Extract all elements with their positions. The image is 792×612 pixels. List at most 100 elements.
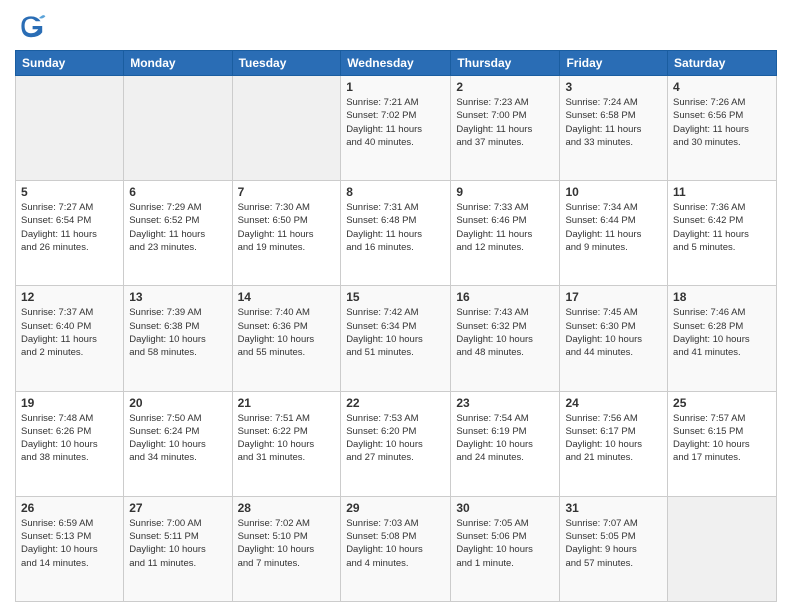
page: SundayMondayTuesdayWednesdayThursdayFrid… <box>0 0 792 612</box>
calendar-cell <box>232 76 341 181</box>
day-number: 20 <box>129 396 226 410</box>
calendar-cell: 28Sunrise: 7:02 AM Sunset: 5:10 PM Dayli… <box>232 496 341 601</box>
day-number: 22 <box>346 396 445 410</box>
day-number: 5 <box>21 185 118 199</box>
day-info: Sunrise: 7:37 AM Sunset: 6:40 PM Dayligh… <box>21 306 118 359</box>
calendar-cell <box>16 76 124 181</box>
week-row-4: 19 Sunrise: 7:48 AM Sunset: 6:26 PM Dayli… <box>16 391 777 496</box>
week-row-1: 1 Sunrise: 7:21 AM Sunset: 7:02 PM Daylig… <box>16 76 777 181</box>
day-number: 28 <box>238 501 336 515</box>
calendar-cell: 13 Sunrise: 7:39 AM Sunset: 6:38 PM Dayli… <box>124 286 232 391</box>
calendar-cell: 24Sunrise: 7:56 AM Sunset: 6:17 PM Dayli… <box>560 391 668 496</box>
calendar-cell: 25Sunrise: 7:57 AM Sunset: 6:15 PM Dayli… <box>668 391 777 496</box>
day-info: Sunrise: 7:42 AM Sunset: 6:34 PM Dayligh… <box>346 306 445 359</box>
calendar-cell: 22 Sunrise: 7:53 AM Sunset: 6:20 PM Dayli… <box>341 391 451 496</box>
day-info: Sunrise: 7:27 AM Sunset: 6:54 PM Dayligh… <box>21 201 118 254</box>
calendar-cell: 12 Sunrise: 7:37 AM Sunset: 6:40 PM Dayli… <box>16 286 124 391</box>
day-info: Sunrise: 7:48 AM Sunset: 6:26 PM Dayligh… <box>21 412 118 465</box>
day-info: Sunrise: 7:23 AM Sunset: 7:00 PM Dayligh… <box>456 96 554 149</box>
day-info: Sunrise: 7:29 AM Sunset: 6:52 PM Dayligh… <box>129 201 226 254</box>
day-number: 9 <box>456 185 554 199</box>
calendar: SundayMondayTuesdayWednesdayThursdayFrid… <box>15 50 777 602</box>
calendar-cell <box>668 496 777 601</box>
calendar-cell: 27 Sunrise: 7:00 AM Sunset: 5:11 PM Dayli… <box>124 496 232 601</box>
weekday-header-wednesday: Wednesday <box>341 51 451 76</box>
day-info: Sunrise: 7:46 AM Sunset: 6:28 PM Dayligh… <box>673 306 771 359</box>
day-info: Sunrise: 6:59 AM Sunset: 5:13 PM Dayligh… <box>21 517 118 570</box>
weekday-header-row: SundayMondayTuesdayWednesdayThursdayFrid… <box>16 51 777 76</box>
day-number: 7 <box>238 185 336 199</box>
day-number: 12 <box>21 290 118 304</box>
day-info: Sunrise: 7:39 AM Sunset: 6:38 PM Dayligh… <box>129 306 226 359</box>
calendar-cell: 1 Sunrise: 7:21 AM Sunset: 7:02 PM Daylig… <box>341 76 451 181</box>
calendar-cell: 15 Sunrise: 7:42 AM Sunset: 6:34 PM Dayli… <box>341 286 451 391</box>
week-row-2: 5 Sunrise: 7:27 AM Sunset: 6:54 PM Daylig… <box>16 181 777 286</box>
day-number: 29 <box>346 501 445 515</box>
day-number: 24 <box>565 396 662 410</box>
calendar-cell: 8Sunrise: 7:31 AM Sunset: 6:48 PM Daylig… <box>341 181 451 286</box>
day-number: 17 <box>565 290 662 304</box>
calendar-cell: 23 Sunrise: 7:54 AM Sunset: 6:19 PM Dayli… <box>451 391 560 496</box>
day-info: Sunrise: 7:53 AM Sunset: 6:20 PM Dayligh… <box>346 412 445 465</box>
day-number: 16 <box>456 290 554 304</box>
day-number: 8 <box>346 185 445 199</box>
weekday-header-friday: Friday <box>560 51 668 76</box>
calendar-cell: 4Sunrise: 7:26 AM Sunset: 6:56 PM Daylig… <box>668 76 777 181</box>
day-number: 30 <box>456 501 554 515</box>
day-info: Sunrise: 7:05 AM Sunset: 5:06 PM Dayligh… <box>456 517 554 570</box>
day-info: Sunrise: 7:21 AM Sunset: 7:02 PM Dayligh… <box>346 96 445 149</box>
day-number: 15 <box>346 290 445 304</box>
day-info: Sunrise: 7:43 AM Sunset: 6:32 PM Dayligh… <box>456 306 554 359</box>
calendar-cell: 29 Sunrise: 7:03 AM Sunset: 5:08 PM Dayli… <box>341 496 451 601</box>
calendar-cell: 20 Sunrise: 7:50 AM Sunset: 6:24 PM Dayli… <box>124 391 232 496</box>
calendar-cell: 14Sunrise: 7:40 AM Sunset: 6:36 PM Dayli… <box>232 286 341 391</box>
day-info: Sunrise: 7:34 AM Sunset: 6:44 PM Dayligh… <box>565 201 662 254</box>
weekday-header-saturday: Saturday <box>668 51 777 76</box>
header <box>15 10 777 42</box>
calendar-cell: 3Sunrise: 7:24 AM Sunset: 6:58 PM Daylig… <box>560 76 668 181</box>
calendar-cell: 9Sunrise: 7:33 AM Sunset: 6:46 PM Daylig… <box>451 181 560 286</box>
day-number: 21 <box>238 396 336 410</box>
day-number: 25 <box>673 396 771 410</box>
day-number: 2 <box>456 80 554 94</box>
week-row-3: 12 Sunrise: 7:37 AM Sunset: 6:40 PM Dayli… <box>16 286 777 391</box>
calendar-cell: 19 Sunrise: 7:48 AM Sunset: 6:26 PM Dayli… <box>16 391 124 496</box>
day-number: 19 <box>21 396 118 410</box>
calendar-cell: 30 Sunrise: 7:05 AM Sunset: 5:06 PM Dayli… <box>451 496 560 601</box>
day-info: Sunrise: 7:51 AM Sunset: 6:22 PM Dayligh… <box>238 412 336 465</box>
day-number: 14 <box>238 290 336 304</box>
day-info: Sunrise: 7:07 AM Sunset: 5:05 PM Dayligh… <box>565 517 662 570</box>
day-info: Sunrise: 7:54 AM Sunset: 6:19 PM Dayligh… <box>456 412 554 465</box>
day-number: 11 <box>673 185 771 199</box>
day-number: 10 <box>565 185 662 199</box>
calendar-cell: 21 Sunrise: 7:51 AM Sunset: 6:22 PM Dayli… <box>232 391 341 496</box>
day-number: 6 <box>129 185 226 199</box>
weekday-header-sunday: Sunday <box>16 51 124 76</box>
calendar-cell: 5 Sunrise: 7:27 AM Sunset: 6:54 PM Daylig… <box>16 181 124 286</box>
day-number: 1 <box>346 80 445 94</box>
weekday-header-monday: Monday <box>124 51 232 76</box>
day-number: 27 <box>129 501 226 515</box>
day-number: 3 <box>565 80 662 94</box>
calendar-cell: 2 Sunrise: 7:23 AM Sunset: 7:00 PM Daylig… <box>451 76 560 181</box>
calendar-cell: 11 Sunrise: 7:36 AM Sunset: 6:42 PM Dayli… <box>668 181 777 286</box>
calendar-cell: 18 Sunrise: 7:46 AM Sunset: 6:28 PM Dayli… <box>668 286 777 391</box>
calendar-cell: 10 Sunrise: 7:34 AM Sunset: 6:44 PM Dayli… <box>560 181 668 286</box>
calendar-cell: 6 Sunrise: 7:29 AM Sunset: 6:52 PM Daylig… <box>124 181 232 286</box>
day-number: 26 <box>21 501 118 515</box>
day-info: Sunrise: 7:30 AM Sunset: 6:50 PM Dayligh… <box>238 201 336 254</box>
day-info: Sunrise: 7:50 AM Sunset: 6:24 PM Dayligh… <box>129 412 226 465</box>
calendar-cell: 31Sunrise: 7:07 AM Sunset: 5:05 PM Dayli… <box>560 496 668 601</box>
day-info: Sunrise: 7:36 AM Sunset: 6:42 PM Dayligh… <box>673 201 771 254</box>
day-info: Sunrise: 7:03 AM Sunset: 5:08 PM Dayligh… <box>346 517 445 570</box>
calendar-cell: 26 Sunrise: 6:59 AM Sunset: 5:13 PM Dayli… <box>16 496 124 601</box>
day-number: 23 <box>456 396 554 410</box>
calendar-cell: 16 Sunrise: 7:43 AM Sunset: 6:32 PM Dayli… <box>451 286 560 391</box>
logo-icon <box>15 10 47 42</box>
day-number: 18 <box>673 290 771 304</box>
day-info: Sunrise: 7:26 AM Sunset: 6:56 PM Dayligh… <box>673 96 771 149</box>
day-number: 13 <box>129 290 226 304</box>
calendar-cell <box>124 76 232 181</box>
day-info: Sunrise: 7:00 AM Sunset: 5:11 PM Dayligh… <box>129 517 226 570</box>
calendar-cell: 7 Sunrise: 7:30 AM Sunset: 6:50 PM Daylig… <box>232 181 341 286</box>
